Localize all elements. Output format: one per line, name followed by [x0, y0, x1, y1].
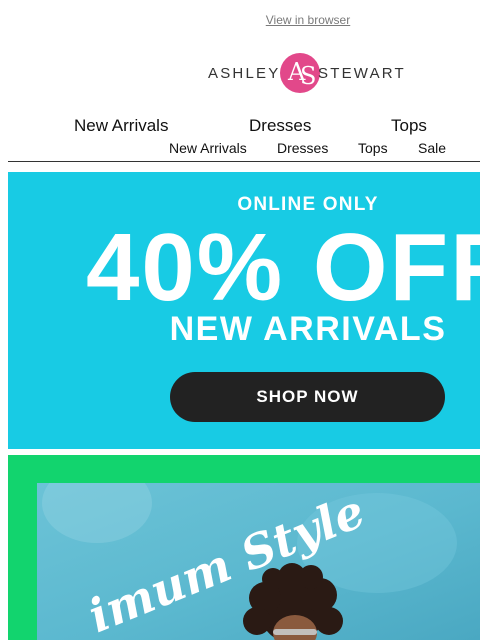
secondary-nav-new-arrivals[interactable]: New Arrivals	[169, 140, 247, 156]
shop-now-button[interactable]: SHOP NOW	[170, 372, 445, 422]
ashley-stewart-logo[interactable]: ASHLEY A S STEWART	[208, 50, 410, 96]
logo-monogram: A S	[280, 53, 320, 93]
nav-divider	[8, 161, 480, 162]
promo-eyebrow: ONLINE ONLY	[237, 194, 379, 215]
logo-monogram-s: S	[300, 62, 317, 90]
logo-text-right: STEWART	[318, 65, 406, 82]
model-photo: imum Style	[37, 483, 480, 640]
style-script-text: imum Style	[81, 484, 372, 640]
secondary-nav-sale[interactable]: Sale	[418, 140, 446, 156]
secondary-nav: New Arrivals Dresses Tops Sale	[0, 140, 480, 158]
promo-banner[interactable]: ONLINE ONLY 40% OFF NEW ARRIVALS SHOP NO…	[8, 172, 480, 449]
secondary-nav-tops[interactable]: Tops	[358, 140, 388, 156]
promo-subhead: NEW ARRIVALS	[169, 310, 447, 348]
primary-nav-tops[interactable]: Tops	[391, 116, 427, 136]
primary-nav: New Arrivals Dresses Tops	[0, 116, 480, 138]
view-in-browser-link[interactable]: View in browser	[0, 13, 480, 27]
style-banner[interactable]: imum Style	[8, 455, 480, 640]
secondary-nav-dresses[interactable]: Dresses	[277, 140, 328, 156]
script-text-overlay: imum Style	[81, 484, 372, 640]
primary-nav-new-arrivals[interactable]: New Arrivals	[74, 116, 168, 136]
logo-text-left: ASHLEY	[208, 65, 281, 82]
promo-headline: 40% OFF	[86, 214, 480, 321]
primary-nav-dresses[interactable]: Dresses	[249, 116, 311, 136]
